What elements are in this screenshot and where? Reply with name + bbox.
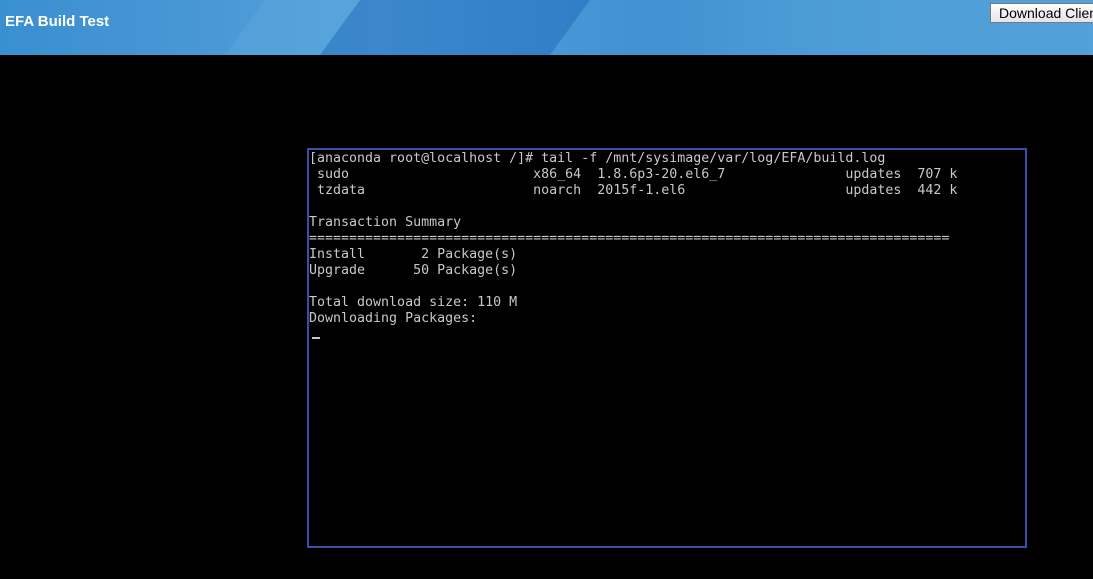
terminal-line: Install 2 Package(s)	[309, 247, 518, 262]
terminal-line: tzdata noarch 2015f-1.el6 updates 442 k	[309, 183, 958, 198]
terminal-line: sudo x86_64 1.8.6p3-20.el6_7 updates 707…	[309, 167, 958, 182]
terminal-line: Upgrade 50 Package(s)	[309, 263, 518, 278]
terminal-console[interactable]: [anaconda root@localhost /]# tail -f /mn…	[307, 148, 1027, 548]
terminal-line: Total download size: 110 M	[309, 295, 518, 310]
header-bar: EFA Build Test	[0, 0, 1093, 55]
terminal-line: ========================================…	[309, 231, 950, 246]
terminal-line: [anaconda root@localhost /]# tail -f /mn…	[309, 151, 886, 166]
download-client-button[interactable]: Download Client	[990, 3, 1093, 23]
terminal-line: Transaction Summary	[309, 215, 462, 230]
terminal-line: Downloading Packages:	[309, 311, 478, 326]
page-title: EFA Build Test	[5, 13, 110, 30]
header-background-shapes	[225, 0, 1093, 55]
terminal-output: [anaconda root@localhost /]# tail -f /mn…	[309, 151, 957, 327]
terminal-cursor	[312, 337, 320, 339]
